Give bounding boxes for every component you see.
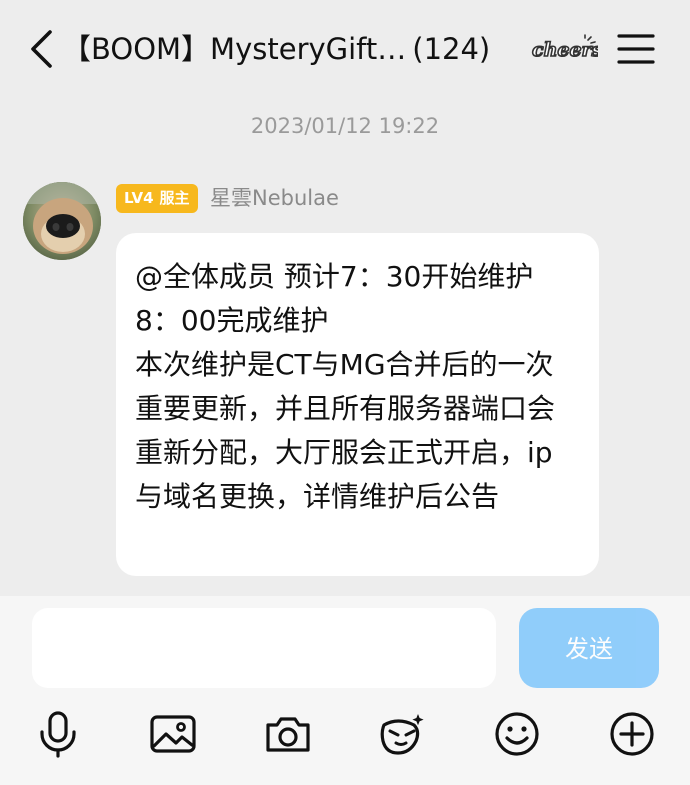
microphone-icon xyxy=(40,711,76,758)
composer: 发送 xyxy=(0,596,690,785)
emoji-button[interactable] xyxy=(493,710,541,758)
member-count: (124) xyxy=(412,32,491,66)
chat-screen: 【BOOM】MysteryGift… (124) cheers 2023/01/1… xyxy=(0,0,690,785)
voice-button[interactable] xyxy=(34,710,82,758)
plus-icon xyxy=(610,712,654,756)
image-icon xyxy=(150,715,196,753)
camera-button[interactable] xyxy=(264,710,312,758)
message-input[interactable] xyxy=(32,608,496,688)
message-bubble[interactable]: @全体成员 预计7：30开始维护8：00完成维护 本次维护是CT与MG合并后的一… xyxy=(116,233,599,576)
level-label: LV4 xyxy=(124,189,154,207)
cheers-icon: cheers xyxy=(531,34,603,62)
chat-header: 【BOOM】MysteryGift… (124) cheers xyxy=(0,0,690,100)
back-button[interactable] xyxy=(24,28,58,70)
level-badge: LV4 服主 xyxy=(116,184,198,213)
dog-avatar-image xyxy=(23,182,101,260)
camera-icon xyxy=(266,717,310,752)
sticker-icon xyxy=(380,714,424,755)
group-name: 【BOOM】MysteryGift… xyxy=(62,32,407,66)
hamburger-menu-icon xyxy=(617,34,655,64)
send-button[interactable]: 发送 xyxy=(519,608,659,688)
sender-name[interactable]: 星雲Nebulae xyxy=(210,184,339,213)
cheers-badge-text: cheers xyxy=(532,39,598,61)
more-button[interactable] xyxy=(608,710,656,758)
menu-button[interactable] xyxy=(616,32,656,66)
role-label: 服主 xyxy=(159,189,190,207)
cheers-badge[interactable]: cheers xyxy=(530,34,603,64)
chevron-left-icon xyxy=(31,30,52,68)
image-button[interactable] xyxy=(149,710,197,758)
avatar[interactable] xyxy=(23,182,101,260)
message-timestamp: 2023/01/12 19:22 xyxy=(250,114,440,138)
message-text: @全体成员 预计7：30开始维护8：00完成维护 本次维护是CT与MG合并后的一… xyxy=(135,260,556,513)
chat-title[interactable]: 【BOOM】MysteryGift… (124) xyxy=(62,26,490,72)
sticker-button[interactable] xyxy=(378,710,426,758)
emoji-icon xyxy=(495,712,539,756)
